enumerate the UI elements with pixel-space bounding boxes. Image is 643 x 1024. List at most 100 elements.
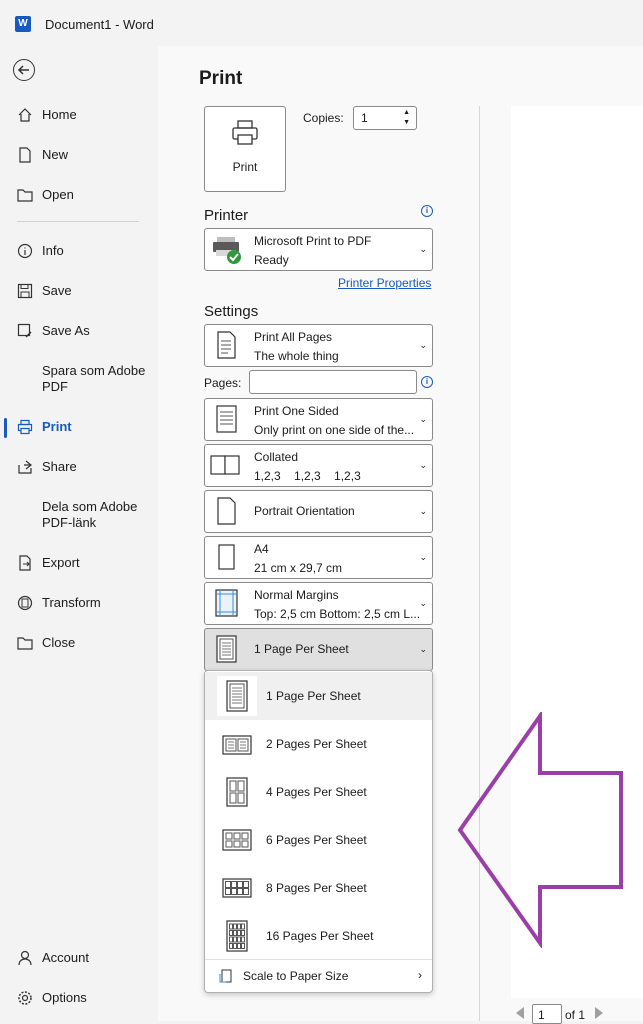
menu-item-8-pages-per-sheet[interactable]: 8 Pages Per Sheet (205, 864, 432, 912)
current-page-value: 1 (538, 1008, 545, 1022)
printer-icon (17, 419, 33, 435)
back-arrow-icon[interactable] (13, 59, 35, 81)
sidebar-item-open[interactable]: Open (0, 177, 158, 213)
sidebar-item-spara-som-adobe-pdf[interactable]: Spara som Adobe PDF (0, 361, 158, 405)
collation-select[interactable]: Collated 1,2,3 1,2,3 1,2,3 ⌄ (204, 444, 433, 487)
sidebar-item-label: Dela som Adobe PDF-länk (42, 499, 138, 530)
sidebar-item-transform[interactable]: Transform (0, 585, 158, 621)
printer-heading: Printer (204, 207, 249, 224)
current-page-input[interactable]: 1 (532, 1004, 562, 1024)
sidebar-item-save-as[interactable]: Save As (0, 313, 158, 349)
sidebar-item-label: New (42, 147, 69, 162)
sidebar-item-save[interactable]: Save (0, 273, 158, 309)
sidebar-item-options[interactable]: Options (0, 980, 158, 1016)
chevron-down-icon: ⌄ (419, 506, 427, 516)
sidebar-item-export[interactable]: Export (0, 545, 158, 581)
window-title: Document1 - Word (45, 17, 154, 32)
copies-label: Copies: (303, 111, 344, 125)
print-range-title: Print All Pages (254, 330, 333, 344)
sidebar-item-new[interactable]: New (0, 137, 158, 173)
account-icon (18, 950, 32, 966)
print-button[interactable]: Print (204, 106, 286, 192)
one-page-per-sheet-icon (217, 676, 257, 716)
word-app-icon: W (15, 16, 31, 32)
menu-item-6-pages-per-sheet[interactable]: 6 Pages Per Sheet (205, 816, 432, 864)
sidebar-item-label: Save (42, 283, 72, 298)
print-range-select[interactable]: Print All Pages The whole thing ⌄ (204, 324, 433, 367)
save-icon (17, 283, 33, 299)
menu-item-2-pages-per-sheet[interactable]: 2 Pages Per Sheet (205, 720, 432, 768)
menu-item-label: 4 Pages Per Sheet (266, 785, 367, 799)
scale-label: Scale to Paper Size (243, 969, 349, 983)
new-doc-icon (19, 147, 31, 163)
transform-icon (17, 595, 33, 611)
sidebar-item-dela-som-adobe-pdf-lank[interactable]: Dela som Adobe PDF-länk (0, 497, 158, 541)
eight-pages-per-sheet-icon (222, 878, 252, 898)
sidebar-item-home[interactable]: Home (0, 97, 158, 133)
sidebar-item-label: Export (42, 555, 80, 570)
share-icon (18, 460, 32, 474)
chevron-down-icon: ⌄ (419, 598, 427, 608)
save-as-icon (17, 323, 32, 338)
menu-item-label: 2 Pages Per Sheet (266, 737, 367, 751)
sidebar-item-label: Print (42, 419, 72, 434)
print-range-desc: The whole thing (254, 349, 339, 363)
printer-properties-link[interactable]: Printer Properties (338, 276, 431, 290)
menu-item-1-page-per-sheet[interactable]: 1 Page Per Sheet (205, 672, 432, 720)
info-icon[interactable]: i (421, 205, 433, 217)
margins-select[interactable]: Normal Margins Top: 2,5 cm Bottom: 2,5 c… (204, 582, 433, 625)
printer-select[interactable]: Microsoft Print to PDF Ready ⌄ (204, 228, 433, 271)
chevron-down-icon: ⌄ (419, 244, 427, 254)
chevron-up-icon[interactable]: ▲ (403, 109, 410, 116)
collation-desc: 1,2,3 1,2,3 1,2,3 (254, 469, 361, 483)
sidebar-item-account[interactable]: Account (0, 940, 158, 976)
menu-item-label: 8 Pages Per Sheet (266, 881, 367, 895)
sidebar-item-label: Account (42, 950, 89, 965)
backstage-sidebar: Home New Open Info Save Save As Spara so… (0, 46, 158, 1021)
menu-item-label: 6 Pages Per Sheet (266, 833, 367, 847)
sidebar-item-label: Share (42, 459, 77, 474)
sides-select[interactable]: Print One Sided Only print on one side o… (204, 398, 433, 441)
export-icon (19, 555, 31, 571)
previous-page-icon[interactable] (516, 1007, 524, 1019)
chevron-down-icon: ⌄ (419, 460, 427, 470)
sidebar-item-info[interactable]: Info (0, 233, 158, 269)
annotation-arrow-icon (457, 712, 623, 948)
margins-desc: Top: 2,5 cm Bottom: 2,5 cm L... (254, 607, 421, 621)
printer-icon (232, 120, 258, 145)
title-bar: W Document1 - Word (0, 0, 643, 46)
paper-size-icon (218, 544, 235, 570)
pages-label: Pages: (204, 376, 242, 390)
printer-status: Ready (254, 253, 289, 267)
home-icon (18, 108, 32, 122)
pages-icon (217, 331, 236, 359)
paper-size-select[interactable]: A4 21 cm x 29,7 cm ⌄ (204, 536, 433, 579)
info-icon[interactable]: i (421, 376, 433, 388)
copies-value: 1 (361, 111, 368, 125)
menu-item-16-pages-per-sheet[interactable]: 16 Pages Per Sheet (205, 912, 432, 960)
chevron-down-icon: ⌄ (419, 414, 427, 424)
paper-size-desc: 21 cm x 29,7 cm (254, 561, 343, 575)
print-button-label: Print (232, 160, 258, 174)
pages-per-sheet-menu: 1 Page Per Sheet 2 Pages Per Sheet 4 Pag… (204, 670, 433, 993)
next-page-icon[interactable] (595, 1007, 603, 1019)
sides-title: Print One Sided (254, 404, 339, 418)
four-pages-per-sheet-icon (226, 777, 248, 807)
pages-input[interactable] (249, 370, 417, 394)
copies-stepper[interactable]: 1 ▲ ▼ (353, 106, 417, 130)
pages-per-sheet-select[interactable]: 1 Page Per Sheet ⌄ (204, 628, 433, 671)
chevron-down-icon[interactable]: ▼ (403, 119, 410, 126)
printer-name: Microsoft Print to PDF (254, 234, 372, 248)
collation-title: Collated (254, 450, 299, 464)
one-page-per-sheet-icon (216, 635, 237, 663)
scale-paper-icon (219, 969, 232, 983)
sidebar-item-print[interactable]: Print (0, 409, 158, 445)
sidebar-item-label: Spara som Adobe PDF (42, 363, 146, 394)
scale-to-paper-size-item[interactable]: Scale to Paper Size › (205, 959, 432, 992)
one-sided-icon (216, 405, 237, 433)
sidebar-item-share[interactable]: Share (0, 449, 158, 485)
orientation-select[interactable]: Portrait Orientation ⌄ (204, 490, 433, 533)
sidebar-item-close[interactable]: Close (0, 625, 158, 661)
menu-item-label: 1 Page Per Sheet (266, 689, 361, 703)
menu-item-4-pages-per-sheet[interactable]: 4 Pages Per Sheet (205, 768, 432, 816)
